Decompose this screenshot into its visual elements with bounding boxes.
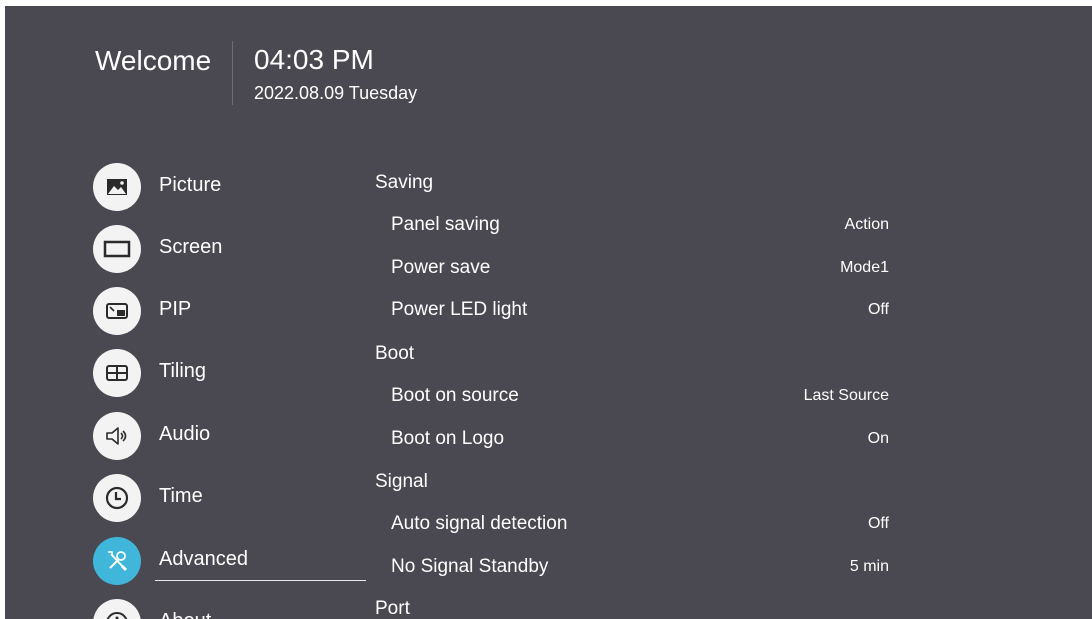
setting-auto-signal-detection[interactable]: Auto signal detection Off bbox=[391, 513, 889, 543]
settings-screen: Welcome 04:03 PM 2022.08.09 Tuesday Pict… bbox=[5, 6, 1092, 619]
sidebar-item-tiling[interactable]: Tiling bbox=[93, 347, 363, 397]
setting-label: Power LED light bbox=[391, 299, 528, 320]
setting-label: Boot on source bbox=[391, 385, 519, 406]
setting-power-save[interactable]: Power save Mode1 bbox=[391, 257, 889, 287]
setting-label: Panel saving bbox=[391, 214, 500, 235]
screen-icon bbox=[93, 225, 141, 273]
sidebar-item-label: Picture bbox=[159, 174, 222, 196]
picture-icon bbox=[93, 163, 141, 211]
setting-boot-on-source[interactable]: Boot on source Last Source bbox=[391, 385, 889, 415]
clock-time: 04:03 PM bbox=[254, 44, 374, 75]
setting-value: 5 min bbox=[849, 558, 889, 575]
setting-value: Off bbox=[867, 301, 889, 318]
section-signal: Signal bbox=[375, 471, 428, 492]
clock-icon bbox=[93, 474, 141, 522]
setting-panel-saving[interactable]: Panel saving Action bbox=[391, 214, 889, 244]
sidebar-item-label: Tiling bbox=[159, 360, 207, 382]
header-divider bbox=[232, 41, 233, 105]
sidebar-item-label: PIP bbox=[159, 298, 192, 320]
welcome-title: Welcome bbox=[95, 45, 212, 76]
setting-label: No Signal Standby bbox=[391, 556, 549, 577]
setting-no-signal-standby[interactable]: No Signal Standby 5 min bbox=[391, 556, 889, 586]
info-icon bbox=[93, 599, 141, 619]
setting-boot-on-logo[interactable]: Boot on Logo On bbox=[391, 428, 889, 458]
setting-value: Off bbox=[867, 515, 889, 532]
setting-label: Auto signal detection bbox=[391, 513, 568, 534]
sidebar-item-label: Advanced bbox=[159, 548, 248, 570]
active-item-underline bbox=[155, 580, 366, 581]
sidebar-item-label: Audio bbox=[159, 423, 211, 445]
sidebar-item-audio[interactable]: Audio bbox=[93, 410, 363, 460]
sidebar-item-screen[interactable]: Screen bbox=[93, 223, 363, 273]
tools-icon bbox=[93, 537, 141, 585]
section-saving: Saving bbox=[375, 172, 434, 193]
pip-icon bbox=[93, 287, 141, 335]
sidebar-item-label: About bbox=[159, 610, 211, 619]
setting-label: Boot on Logo bbox=[391, 428, 505, 449]
tiling-icon bbox=[93, 349, 141, 397]
setting-value: Action bbox=[844, 216, 889, 233]
audio-icon bbox=[93, 412, 141, 460]
setting-value: Mode1 bbox=[840, 259, 889, 276]
setting-value: On bbox=[867, 430, 889, 447]
sidebar-item-pip[interactable]: PIP bbox=[93, 285, 363, 335]
setting-value: Last Source bbox=[803, 387, 889, 404]
sidebar-item-about[interactable]: About bbox=[93, 597, 363, 619]
sidebar-item-label: Screen bbox=[159, 236, 223, 258]
section-boot: Boot bbox=[375, 343, 415, 364]
clock-date: 2022.08.09 Tuesday bbox=[254, 83, 418, 103]
section-port: Port bbox=[375, 598, 410, 619]
setting-power-led-light[interactable]: Power LED light Off bbox=[391, 299, 889, 329]
setting-label: Power save bbox=[391, 257, 491, 278]
sidebar-item-time[interactable]: Time bbox=[93, 472, 363, 522]
sidebar-item-advanced[interactable]: Advanced bbox=[93, 535, 363, 585]
sidebar-item-picture[interactable]: Picture bbox=[93, 161, 363, 211]
sidebar-item-label: Time bbox=[159, 485, 203, 507]
